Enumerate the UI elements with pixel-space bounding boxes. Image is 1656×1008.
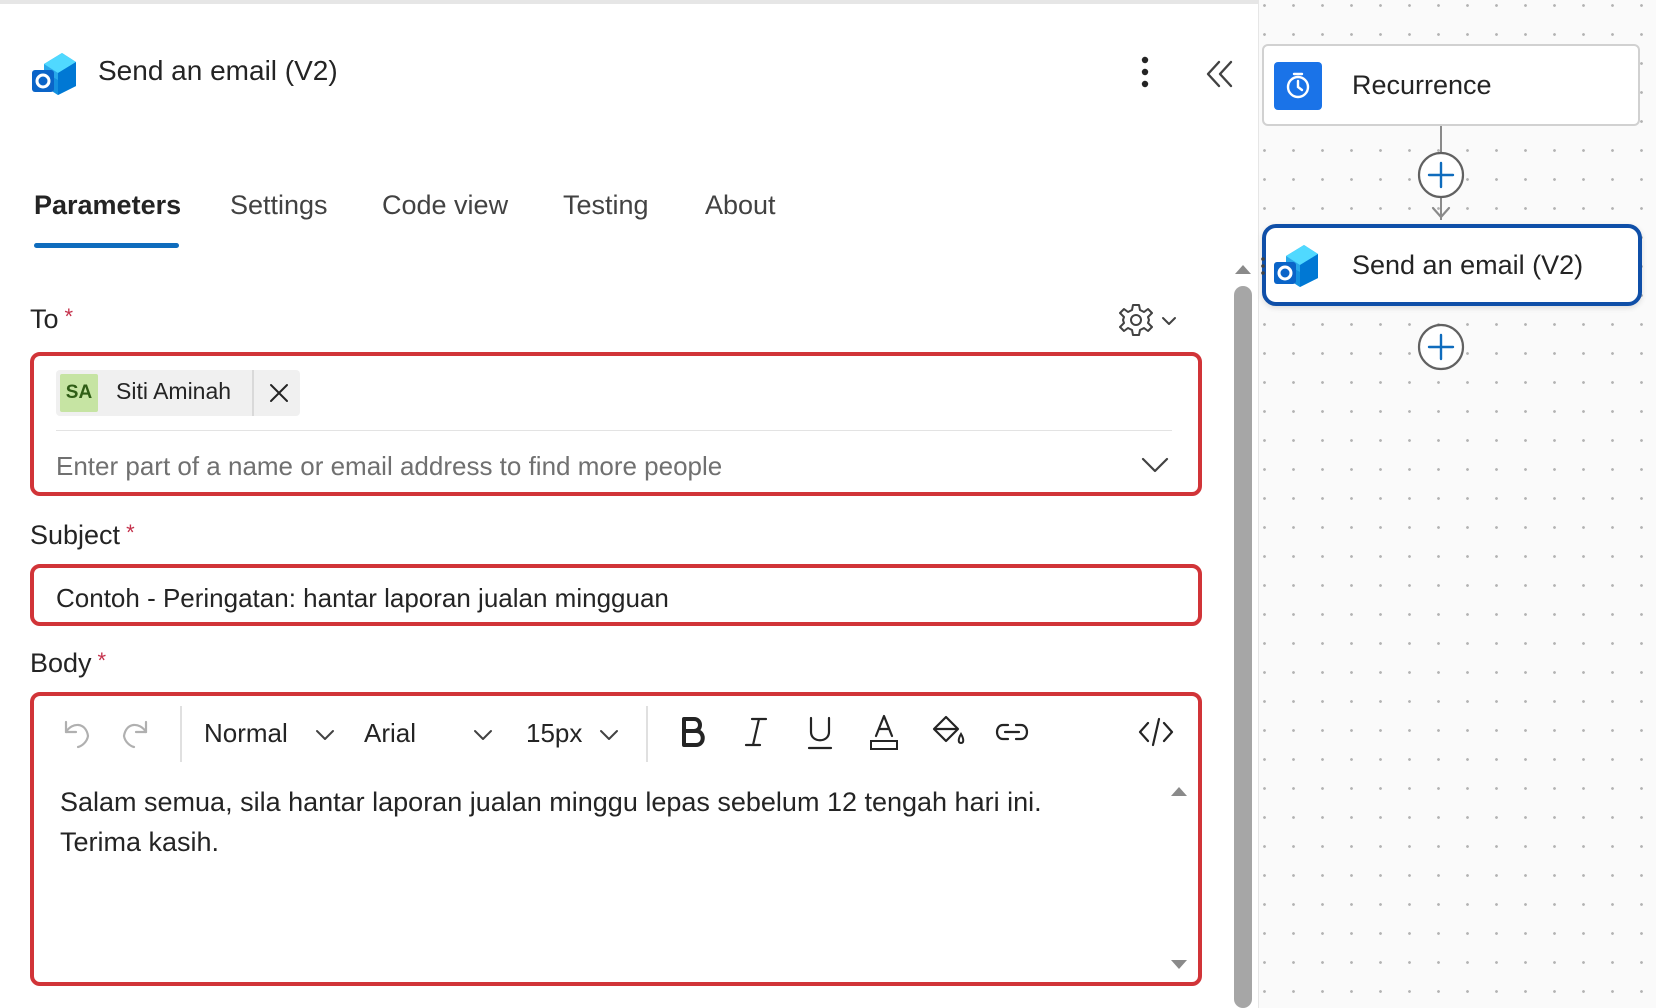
more-vertical-icon — [1141, 56, 1149, 88]
body-line: Terima kasih. — [60, 827, 220, 857]
chevron-down-icon — [316, 730, 334, 740]
font-color-button[interactable] — [862, 708, 906, 756]
toolbar-divider — [646, 706, 648, 762]
insert-link-button[interactable] — [990, 708, 1034, 756]
more-options-button[interactable] — [1130, 52, 1160, 92]
toolbar-divider — [180, 706, 182, 762]
gear-icon — [1119, 304, 1176, 336]
underline-button[interactable] — [798, 708, 842, 756]
font-color-icon — [870, 714, 898, 750]
underline-icon — [807, 716, 833, 750]
redo-icon — [122, 720, 148, 749]
tab-code-view[interactable]: Code view — [382, 190, 508, 221]
remove-recipient-button[interactable] — [260, 374, 298, 412]
italic-icon — [744, 717, 768, 747]
send-email-node-label: Send an email (V2) — [1352, 250, 1584, 280]
to-label: To * — [30, 304, 73, 335]
code-view-button[interactable] — [1134, 708, 1178, 756]
panel-scroll-up-arrow[interactable] — [1234, 262, 1252, 276]
bold-button[interactable] — [670, 708, 714, 756]
tab-settings[interactable]: Settings — [230, 190, 328, 221]
paint-bucket-icon — [932, 715, 965, 745]
highlight-color-button[interactable] — [926, 708, 970, 756]
paragraph-style-dropdown[interactable]: Normal — [204, 714, 336, 754]
font-family-dropdown[interactable]: Arial — [364, 714, 496, 754]
connector-arrow-icon — [1431, 206, 1451, 219]
body-content[interactable]: Salam semua, sila hantar laporan jualan … — [60, 782, 1140, 862]
panel-scrollbar-thumb[interactable] — [1234, 286, 1252, 1008]
body-line: Salam semua, sila hantar laporan jualan … — [60, 787, 1042, 817]
insert-step-button[interactable] — [1416, 150, 1466, 200]
chevron-down-icon — [1162, 317, 1176, 325]
chevron-down-icon — [1141, 457, 1169, 473]
tab-about[interactable]: About — [705, 190, 776, 221]
required-asterisk: * — [64, 304, 74, 329]
body-label: Body * — [30, 648, 106, 679]
font-family-value: Arial — [364, 718, 417, 748]
field-settings-button[interactable] — [1118, 302, 1182, 338]
subject-label-text: Subject — [30, 520, 121, 550]
clock-icon — [1274, 62, 1322, 110]
add-icon — [1417, 323, 1465, 371]
chevron-down-icon — [600, 730, 618, 740]
redo-button[interactable] — [114, 708, 158, 756]
code-icon — [1138, 717, 1174, 747]
bold-icon — [682, 717, 705, 747]
required-asterisk: * — [126, 520, 135, 545]
italic-button[interactable] — [734, 708, 778, 756]
paragraph-style-value: Normal — [204, 718, 288, 748]
outlook-icon — [30, 50, 80, 98]
panel-top-border — [0, 0, 1258, 4]
active-tab-indicator — [34, 243, 179, 248]
required-asterisk: * — [97, 648, 107, 673]
double-chevron-left-icon — [1206, 60, 1233, 88]
outlook-icon — [1272, 242, 1322, 290]
to-label-text: To — [30, 304, 59, 334]
link-icon — [995, 723, 1029, 741]
body-scroll-up-arrow[interactable] — [1170, 784, 1188, 798]
undo-icon — [64, 720, 90, 749]
recipient-chip[interactable]: SA Siti Aminah — [56, 370, 300, 416]
drag-handle-icon[interactable] — [1260, 256, 1266, 276]
chip-divider — [252, 370, 254, 416]
body-scroll-down-arrow[interactable] — [1170, 958, 1188, 972]
people-search-input[interactable] — [56, 446, 1116, 486]
panel-title: Send an email (V2) — [98, 55, 338, 86]
to-field-divider — [56, 430, 1172, 431]
tab-testing[interactable]: Testing — [563, 190, 649, 221]
font-size-value: 15px — [526, 718, 583, 748]
font-size-dropdown[interactable]: 15px — [526, 714, 624, 754]
recipient-name: Siti Aminah — [116, 378, 232, 404]
add-step-button[interactable] — [1416, 322, 1466, 372]
subject-label: Subject * — [30, 520, 135, 551]
action-details-panel: Send an email (V2) Parameters Settings C… — [0, 0, 1258, 1008]
avatar: SA — [60, 374, 98, 412]
subject-input[interactable] — [56, 578, 1166, 618]
to-dropdown-button[interactable] — [1138, 452, 1172, 478]
add-icon — [1417, 151, 1465, 199]
tab-parameters[interactable]: Parameters — [34, 190, 181, 221]
recurrence-node-label: Recurrence — [1352, 70, 1492, 100]
body-label-text: Body — [30, 648, 92, 678]
chevron-down-icon — [474, 730, 492, 740]
close-icon — [270, 384, 288, 402]
undo-button[interactable] — [54, 708, 98, 756]
collapse-panel-button[interactable] — [1202, 56, 1238, 92]
